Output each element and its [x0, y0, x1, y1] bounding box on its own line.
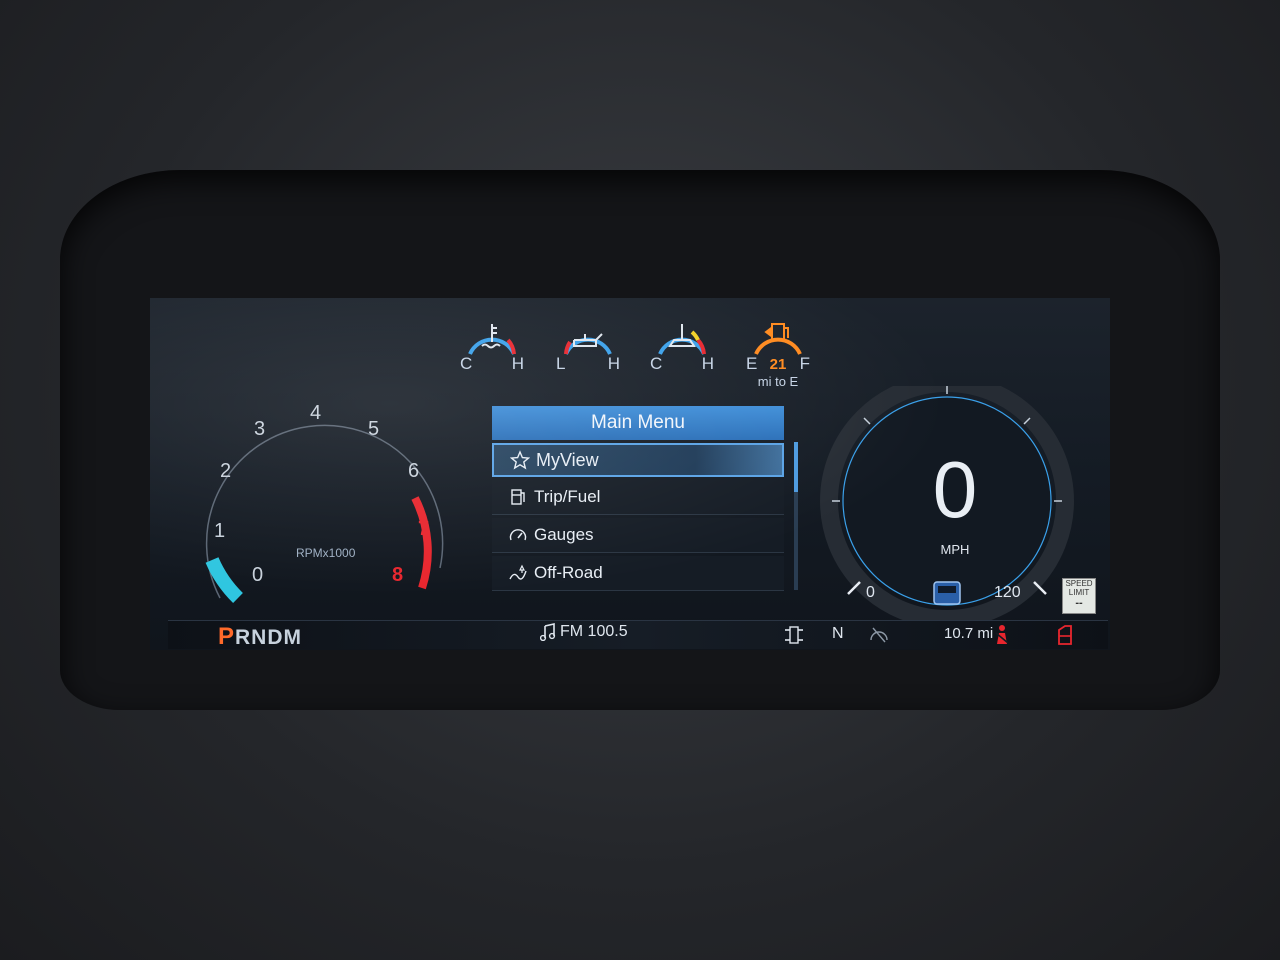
menu-title: Main Menu	[492, 406, 784, 440]
menu-item-gauges[interactable]: Gauges	[492, 518, 784, 553]
status-bar: PRNDM FM 100.5 N 10.7 mi	[168, 620, 1108, 650]
menu-item-label: Off-Road	[534, 563, 603, 582]
speed-value: 0	[932, 445, 978, 534]
music-note-icon	[540, 623, 556, 641]
tach-tick: 1	[214, 520, 226, 542]
tach-tick: 5	[368, 418, 380, 440]
fuel-miles-unit: mi to E	[757, 374, 799, 389]
speed-limit-line2: LIMIT	[1068, 588, 1090, 597]
trans-low-label: C	[650, 354, 663, 373]
menu-scrollbar[interactable]	[794, 442, 798, 590]
vehicle-front-icon	[933, 581, 961, 605]
tach-tick: 2	[220, 460, 232, 482]
speed-limit-line1: SPEED	[1065, 579, 1093, 588]
gear-active: P	[218, 623, 236, 650]
speed-min-label: 0	[866, 584, 875, 601]
coolant-low-label: C	[460, 354, 473, 373]
menu-item-myview[interactable]: MyView	[492, 443, 784, 477]
gear-others: RNDM	[235, 626, 303, 649]
menu-scroll-thumb[interactable]	[794, 442, 798, 492]
coolant-temp-gauge: CH	[460, 310, 524, 400]
transfer-case-mode: N	[832, 625, 844, 642]
menu-item-label: Gauges	[534, 525, 594, 544]
trip-odometer: 10.7 mi	[944, 625, 994, 642]
coolant-temp-icon	[481, 324, 501, 349]
speed-unit: MPH	[940, 542, 970, 557]
tach-tick: 0	[252, 564, 264, 586]
fuel-gauge: 21 EF mi to E	[746, 310, 810, 400]
tach-tick: 3	[254, 418, 266, 440]
dashboard: CH LH CH 21 E F mi to E 0 1 2 3 4 5 6 7 …	[0, 0, 1280, 960]
speed-max-label: 120	[994, 584, 1021, 601]
gear-indicator: PRNDM	[218, 623, 302, 650]
instrument-cluster-screen: CH LH CH 21 E F mi to E 0 1 2 3 4 5 6 7 …	[150, 298, 1110, 650]
seatbelt-warning-icon	[995, 625, 1009, 644]
speedometer-off-icon	[870, 627, 888, 643]
fuel-pump-icon	[511, 489, 525, 505]
off-road-icon	[509, 564, 527, 580]
transmission-temp-gauge: CH	[650, 310, 714, 400]
tach-needle-arc	[205, 557, 244, 604]
speed-limit-sign: SPEED LIMIT --	[1062, 578, 1096, 614]
fuel-miles-value: 21	[769, 356, 787, 373]
radio-station-label: FM 100.5	[560, 623, 628, 640]
gauge-icon	[509, 529, 527, 541]
star-icon	[510, 450, 530, 470]
tach-tick: 4	[310, 402, 322, 424]
main-menu: Main Menu MyView Trip/Fuel Gauges Off-Ro…	[492, 406, 784, 591]
oil-pressure-gauge: LH	[556, 310, 620, 400]
menu-item-off-road[interactable]: Off-Road	[492, 556, 784, 591]
radio-station: FM 100.5	[540, 623, 628, 641]
tach-tick-red: 7	[418, 518, 430, 540]
coolant-high-label: H	[511, 354, 524, 373]
menu-item-trip-fuel[interactable]: Trip/Fuel	[492, 480, 784, 515]
oil-low-label: L	[556, 354, 566, 373]
oil-high-label: H	[607, 354, 620, 373]
tach-tick-red: 8	[392, 564, 404, 586]
door-ajar-warning-icon	[1058, 625, 1072, 645]
4wd-drivetrain-icon	[785, 626, 803, 644]
menu-item-label: Trip/Fuel	[534, 487, 601, 506]
speed-limit-value: --	[1075, 597, 1083, 609]
tach-tick: 6	[408, 460, 420, 482]
fuel-pump-icon	[764, 323, 789, 341]
trans-high-label: H	[701, 354, 714, 373]
rpm-label: RPMx1000	[296, 546, 356, 560]
menu-item-label: MyView	[536, 449, 599, 470]
